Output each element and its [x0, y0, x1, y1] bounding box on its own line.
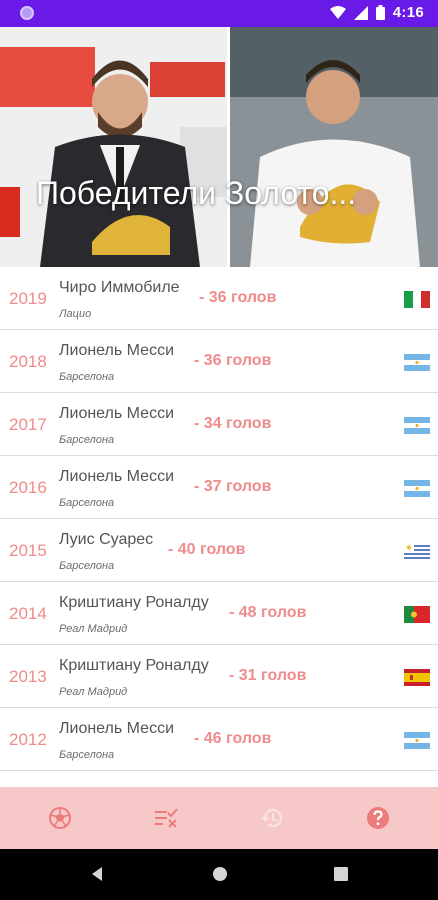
- player-name: Лионель Месси: [59, 468, 174, 485]
- argentina-flag-icon: [404, 732, 430, 749]
- uruguay-flag-icon: [404, 543, 430, 560]
- spain-flag-icon: [404, 669, 430, 686]
- goals-count: - 34 голов: [194, 415, 272, 432]
- status-time: 4:16: [392, 4, 424, 21]
- list-item-partial[interactable]: [0, 771, 438, 787]
- list-item[interactable]: 2012 Лионель Месси Барселона - 46 голов: [0, 708, 438, 771]
- winners-list[interactable]: 2019 Чиро Иммобиле Лацио - 36 голов 2018…: [0, 267, 438, 787]
- italy-flag-icon: [404, 291, 430, 308]
- club-name: Реал Мадрид: [59, 623, 128, 635]
- year-label: 2019: [9, 289, 47, 308]
- cell-signal-icon: [353, 5, 368, 20]
- year-label: 2015: [9, 541, 47, 560]
- player-name: Лионель Месси: [59, 342, 174, 359]
- soccer-ball-icon[interactable]: [47, 805, 73, 831]
- system-navigation-bar: [0, 849, 438, 900]
- year-label: 2016: [9, 478, 47, 497]
- year-label: 2012: [9, 730, 47, 749]
- list-item[interactable]: 2014 Криштиану Роналду Реал Мадрид - 48 …: [0, 582, 438, 645]
- player-name: Криштиану Роналду: [59, 657, 209, 674]
- player-name: Лионель Месси: [59, 720, 174, 737]
- goals-count: - 37 голов: [194, 478, 272, 495]
- help-icon[interactable]: [365, 805, 391, 831]
- club-name: Барселона: [59, 560, 115, 572]
- hero-photo-right: [230, 27, 438, 267]
- year-label: 2014: [9, 604, 47, 623]
- club-name: Реал Мадрид: [59, 686, 128, 698]
- club-name: Барселона: [59, 749, 115, 761]
- player-name: Луис Суарес: [59, 531, 154, 548]
- club-name: Барселона: [59, 371, 115, 383]
- list-item[interactable]: 2015 Луис Суарес Барселона - 40 голов: [0, 519, 438, 582]
- goals-count: - 46 голов: [194, 730, 272, 747]
- battery-icon: [375, 5, 385, 20]
- hero-divider: [227, 27, 230, 267]
- bottom-navigation: [0, 787, 438, 849]
- header-image: [0, 27, 438, 267]
- checklist-icon[interactable]: [153, 805, 179, 831]
- back-icon[interactable]: [90, 866, 104, 882]
- year-label: 2013: [9, 667, 47, 686]
- club-name: Барселона: [59, 497, 115, 509]
- club-name: Барселона: [59, 434, 115, 446]
- status-bar: 4:16: [0, 0, 438, 27]
- player-name: Криштиану Роналду: [59, 594, 209, 611]
- goals-count: - 36 голов: [194, 352, 272, 369]
- notification-icon: [20, 6, 34, 20]
- wifi-icon: [329, 5, 346, 19]
- argentina-flag-icon: [404, 354, 430, 371]
- goals-count: - 36 голов: [199, 289, 277, 306]
- list-item[interactable]: 2013 Криштиану Роналду Реал Мадрид - 31 …: [0, 645, 438, 708]
- club-name: Лацио: [59, 308, 92, 320]
- goals-count: - 48 голов: [229, 604, 307, 621]
- argentina-flag-icon: [404, 417, 430, 434]
- argentina-flag-icon: [404, 480, 430, 497]
- history-icon[interactable]: [259, 805, 285, 831]
- page-title: Победители Золото...: [36, 175, 357, 211]
- player-name: Чиро Иммобиле: [59, 279, 180, 296]
- recents-icon[interactable]: [334, 867, 348, 881]
- list-item[interactable]: 2017 Лионель Месси Барселона - 34 голов: [0, 393, 438, 456]
- status-icons: 4:16: [329, 4, 424, 21]
- home-icon[interactable]: [212, 866, 228, 882]
- list-item[interactable]: 2016 Лионель Месси Барселона - 37 голов: [0, 456, 438, 519]
- goals-count: - 40 голов: [168, 541, 246, 558]
- list-item[interactable]: 2019 Чиро Иммобиле Лацио - 36 голов: [0, 267, 438, 330]
- year-label: 2018: [9, 352, 47, 371]
- goals-count: - 31 голов: [229, 667, 307, 684]
- hero-photo-left: [0, 27, 228, 267]
- portugal-flag-icon: [404, 606, 430, 623]
- player-name: Лионель Месси: [59, 405, 174, 422]
- year-label: 2017: [9, 415, 47, 434]
- list-item[interactable]: 2018 Лионель Месси Барселона - 36 голов: [0, 330, 438, 393]
